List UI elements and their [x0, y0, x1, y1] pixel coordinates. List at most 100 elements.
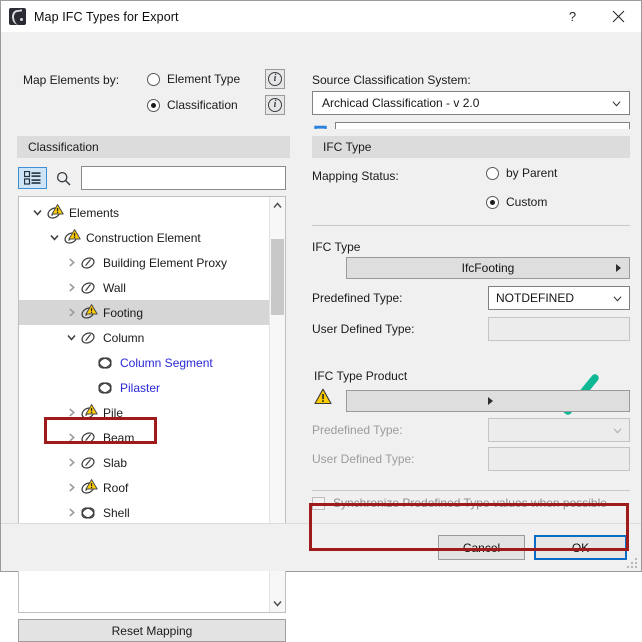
ifc-icon: [81, 457, 95, 469]
reset-mapping-button[interactable]: Reset Mapping: [18, 619, 286, 642]
radio-circle-icon: [486, 195, 499, 209]
chevron-down-icon[interactable]: [49, 233, 59, 242]
tree-item-icon: [79, 328, 98, 347]
tree-view-button[interactable]: [18, 167, 47, 189]
tree-item-icon: [79, 453, 98, 472]
tree-twisty[interactable]: [46, 225, 62, 250]
radio-classification[interactable]: Classification: [147, 98, 238, 112]
search-field-wrapper[interactable]: [81, 166, 286, 190]
classification-group-title: Classification: [28, 140, 99, 154]
scroll-thumb[interactable]: [271, 239, 284, 315]
search-input[interactable]: [82, 167, 285, 189]
warning-triangle-icon: [314, 388, 332, 405]
tree-item-elements[interactable]: Elements: [19, 200, 270, 225]
radio-custom[interactable]: Custom: [486, 195, 547, 209]
tree-twisty[interactable]: [63, 300, 79, 325]
cancel-button[interactable]: Cancel: [438, 535, 525, 560]
chevron-right-icon[interactable]: [67, 433, 76, 442]
tree-item-icon: [96, 353, 115, 372]
user-defined-type-label-1: User Defined Type:: [312, 322, 415, 336]
tree-item-wall[interactable]: Wall: [19, 275, 270, 300]
radio-by-parent[interactable]: by Parent: [486, 166, 557, 180]
classification-tree-list: Elements Construction Element Building Ele…: [19, 197, 270, 525]
info-button-element-type[interactable]: i: [265, 69, 285, 89]
chevron-right-icon[interactable]: [67, 483, 76, 492]
help-button[interactable]: ?: [550, 1, 595, 32]
user-defined-type-field-1[interactable]: [488, 317, 630, 341]
ok-button[interactable]: OK: [534, 535, 627, 560]
chevron-right-icon[interactable]: [67, 408, 76, 417]
tree-twisty[interactable]: [29, 200, 45, 225]
tree-twisty[interactable]: [63, 450, 79, 475]
chevron-down-icon[interactable]: [32, 208, 42, 217]
chevron-down-icon: [613, 295, 622, 301]
chevron-right-icon[interactable]: [67, 258, 76, 267]
info-icon: i: [268, 98, 282, 112]
source-classification-dropdown[interactable]: Archicad Classification - v 2.0: [312, 91, 630, 115]
tree-twisty[interactable]: [63, 275, 79, 300]
tree-item-icon: [79, 428, 98, 447]
resize-grip-icon[interactable]: [627, 558, 638, 569]
chevron-down-icon[interactable]: [66, 333, 76, 342]
tree-item-beam[interactable]: Beam: [19, 425, 270, 450]
predefined-type-dropdown-1[interactable]: NOTDEFINED: [488, 286, 630, 310]
info-button-classification[interactable]: i: [265, 95, 285, 115]
tree-view-icon: [24, 171, 41, 185]
chevron-right-icon: [488, 397, 493, 405]
sync-predefined-checkbox-row[interactable]: Synchronize Predefined Type values when …: [312, 496, 607, 510]
tree-item-pilaster[interactable]: Pilaster: [19, 375, 270, 400]
chevron-right-icon[interactable]: [67, 458, 76, 467]
tree-item-icon: [45, 203, 64, 222]
sync-predefined-checkbox-label: Synchronize Predefined Type values when …: [333, 496, 607, 510]
tree-item-icon: [79, 278, 98, 297]
predefined-type-label-1: Predefined Type:: [312, 291, 403, 305]
tree-item-label: Construction Element: [86, 230, 201, 245]
radio-element-type[interactable]: Element Type: [147, 72, 240, 86]
tree-item-shell[interactable]: Shell: [19, 500, 270, 525]
checkbox-icon[interactable]: [312, 496, 325, 510]
tree-twisty[interactable]: [63, 325, 79, 350]
tree-twisty[interactable]: [63, 500, 79, 525]
tree-item-label: Building Element Proxy: [103, 255, 228, 270]
tree-twisty[interactable]: [63, 400, 79, 425]
user-defined-type-field-2[interactable]: [488, 447, 630, 471]
user-defined-type-label-2: User Defined Type:: [312, 452, 415, 466]
dialog-window: Map IFC Types for Export ? Map Elements …: [0, 0, 642, 642]
chevron-down-icon: [612, 100, 621, 106]
close-button[interactable]: [595, 1, 641, 32]
ifc-crossed-icon: [98, 357, 112, 369]
tree-item-pile[interactable]: Pile: [19, 400, 270, 425]
chevron-right-icon[interactable]: [67, 508, 76, 517]
tree-item-icon: [79, 503, 98, 522]
chevron-down-icon: [273, 601, 282, 607]
ifc-type-product-label: IFC Type Product: [314, 369, 408, 383]
scroll-down-button[interactable]: [270, 595, 285, 612]
chevron-right-icon[interactable]: [67, 308, 76, 317]
tree-item-label: Column: [103, 330, 145, 345]
chevron-right-icon[interactable]: [67, 283, 76, 292]
tree-item-footing[interactable]: Footing: [19, 300, 270, 325]
tree-item-building-element-proxy[interactable]: Building Element Proxy: [19, 250, 270, 275]
predefined-type-label-2: Predefined Type:: [312, 423, 403, 437]
ifc-warning-icon: [81, 404, 98, 419]
tree-twisty[interactable]: [63, 425, 79, 450]
window-title: Map IFC Types for Export: [34, 9, 179, 24]
search-button[interactable]: [52, 167, 74, 189]
scroll-up-button[interactable]: [270, 197, 285, 214]
tree-item-column[interactable]: Column: [19, 325, 270, 350]
ifc-warning-icon: [81, 479, 98, 494]
tree-twisty[interactable]: [63, 475, 79, 500]
tree-item-icon: [79, 403, 98, 422]
tree-item-label: Wall: [103, 280, 126, 295]
tree-twisty[interactable]: [63, 250, 79, 275]
predefined-type-dropdown-2[interactable]: [488, 418, 630, 442]
ifc-type-picker[interactable]: IfcFooting: [346, 257, 630, 279]
tree-item-label: Column Segment: [120, 355, 213, 370]
tree-item-roof[interactable]: Roof: [19, 475, 270, 500]
ifc-type-product-picker[interactable]: [346, 390, 630, 412]
tree-item-icon: [79, 253, 98, 272]
tree-item-icon: [79, 478, 98, 497]
tree-item-construction-element[interactable]: Construction Element: [19, 225, 270, 250]
tree-item-column-segment[interactable]: Column Segment: [19, 350, 270, 375]
tree-item-slab[interactable]: Slab: [19, 450, 270, 475]
